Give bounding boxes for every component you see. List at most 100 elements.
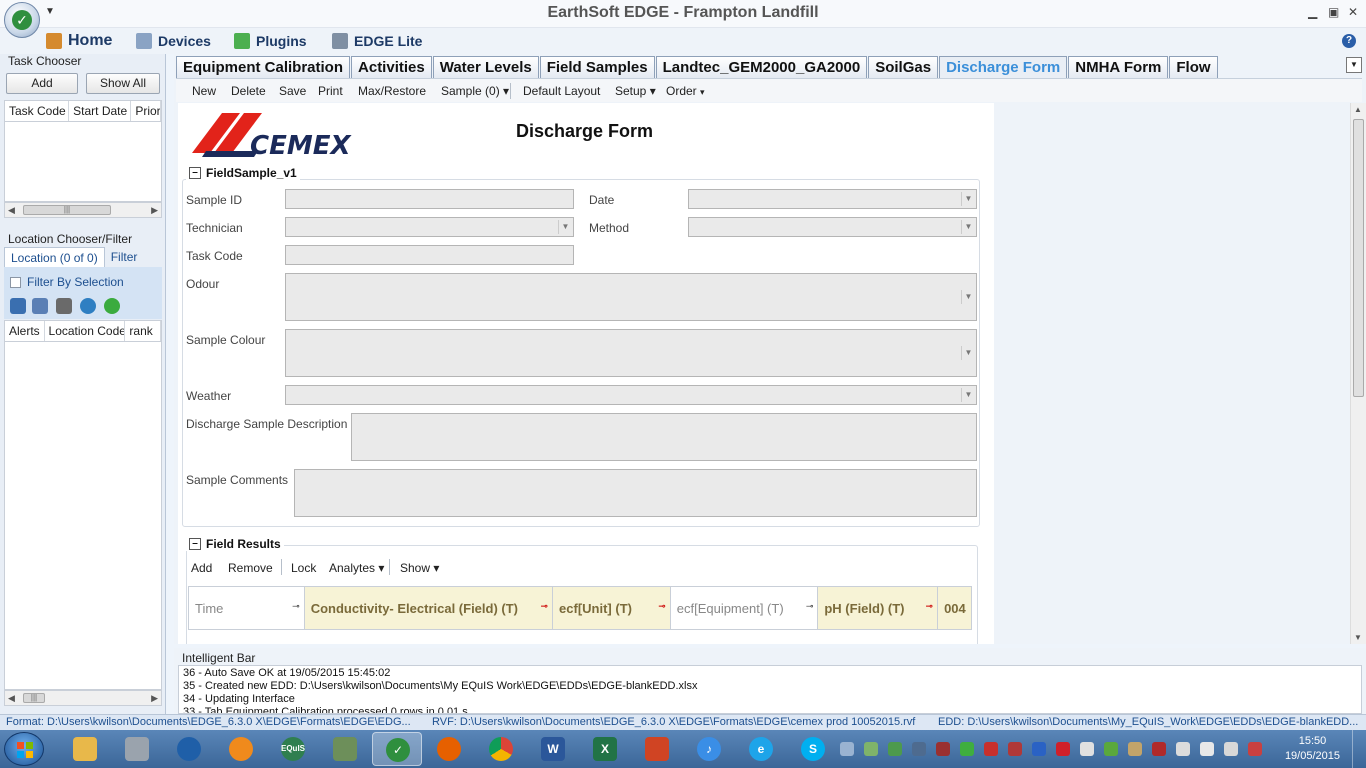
scroll-right-icon[interactable]: ▶ xyxy=(151,691,158,705)
technician-select[interactable]: ▼ xyxy=(285,217,574,237)
taskbar-app-orange[interactable] xyxy=(216,732,266,766)
col-task-code[interactable]: Task Code xyxy=(5,101,70,121)
show-dropdown[interactable]: Show ▾ xyxy=(400,561,439,575)
odour-select[interactable]: ▼ xyxy=(285,273,977,321)
menu-edge-lite[interactable]: EDGE Lite xyxy=(332,31,422,51)
chevron-down-icon[interactable]: ▼ xyxy=(558,220,572,234)
task-grid-body[interactable] xyxy=(4,122,162,202)
collapse-icon[interactable]: – xyxy=(189,167,201,179)
tab-equipment-calibration[interactable]: Equipment Calibration xyxy=(176,56,351,78)
signal-icon[interactable] xyxy=(1224,742,1238,756)
pin-icon[interactable]: ⊸ xyxy=(926,601,934,612)
col-alerts[interactable]: Alerts xyxy=(5,321,45,341)
chevron-down-icon[interactable]: ▼ xyxy=(961,346,975,360)
bluetooth-icon[interactable] xyxy=(1032,742,1046,756)
results-add-button[interactable]: Add xyxy=(191,561,212,575)
taskbar-device[interactable] xyxy=(320,732,370,766)
fieldsample-section-header[interactable]: – FieldSample_v1 xyxy=(186,166,300,180)
scroll-thumb[interactable]: ||| xyxy=(23,205,111,215)
tab-landtec[interactable]: Landtec_GEM2000_GA2000 xyxy=(655,56,868,78)
date-picker[interactable]: ▼ xyxy=(688,189,977,209)
col-ph-field[interactable]: pH (Field) (T) ⊸ xyxy=(818,587,939,629)
tab-flow[interactable]: Flow xyxy=(1169,56,1218,78)
tab-nmha-form[interactable]: NMHA Form xyxy=(1068,56,1169,78)
help-icon[interactable]: ? xyxy=(1342,34,1356,48)
max-restore-button[interactable]: Max/Restore xyxy=(358,84,426,98)
app-menu-button[interactable]: ✓ xyxy=(4,2,40,38)
results-lock-button[interactable]: Lock xyxy=(291,561,316,575)
tray-icon[interactable] xyxy=(1008,742,1022,756)
tray-icon[interactable] xyxy=(864,742,878,756)
col-time[interactable]: Time ⊸ xyxy=(189,587,305,629)
network-device-icon[interactable] xyxy=(1200,742,1214,756)
analytes-dropdown[interactable]: Analytes ▾ xyxy=(329,561,384,575)
tab-filter[interactable]: Filter xyxy=(105,247,144,267)
form-vscroll[interactable]: ▲ ▼ xyxy=(1350,103,1366,644)
menu-devices[interactable]: Devices xyxy=(136,31,211,51)
scroll-right-icon[interactable]: ▶ xyxy=(151,203,158,217)
scroll-thumb[interactable] xyxy=(1353,119,1364,397)
col-004[interactable]: 004 xyxy=(938,587,971,629)
scroll-left-icon[interactable]: ◀ xyxy=(8,203,15,217)
taskbar-google-earth[interactable] xyxy=(164,732,214,766)
tray-icon[interactable] xyxy=(1152,742,1166,756)
tray-icon[interactable] xyxy=(1104,742,1118,756)
col-conductivity[interactable]: Conductivity- Electrical (Field) (T) ⊸ xyxy=(304,587,554,629)
delete-button[interactable]: Delete xyxy=(231,84,266,98)
sample-dropdown[interactable]: Sample (0) ▾ xyxy=(441,84,509,98)
tray-icon[interactable] xyxy=(1080,742,1094,756)
chevron-down-icon[interactable]: ▼ xyxy=(961,192,975,206)
col-start-date[interactable]: Start Date xyxy=(69,101,132,121)
start-button[interactable] xyxy=(4,732,44,766)
tab-discharge-form[interactable]: Discharge Form xyxy=(939,56,1068,78)
tray-icon[interactable] xyxy=(888,742,902,756)
sample-colour-select[interactable]: ▼ xyxy=(285,329,977,377)
pin-icon[interactable]: ⊸ xyxy=(292,601,300,612)
chevron-down-icon[interactable]: ▼ xyxy=(961,388,975,402)
tray-icon[interactable] xyxy=(912,742,926,756)
maximize-icon[interactable]: ▣ xyxy=(1328,5,1339,19)
default-layout-button[interactable]: Default Layout xyxy=(523,84,600,98)
system-clock[interactable]: 15:50 19/05/2015 xyxy=(1285,734,1340,764)
col-location-code[interactable]: Location Code xyxy=(45,321,126,341)
minimize-icon[interactable]: ▁ xyxy=(1308,5,1317,19)
volume-muted-icon[interactable] xyxy=(1248,742,1262,756)
tab-field-samples[interactable]: Field Samples xyxy=(539,56,655,78)
taskbar-itunes[interactable]: ♪ xyxy=(684,732,734,766)
taskbar-word[interactable]: W xyxy=(528,732,578,766)
pin-icon[interactable]: ⊸ xyxy=(658,601,666,612)
task-add-button[interactable]: Add xyxy=(6,73,78,94)
order-dropdown[interactable]: Order ▾ xyxy=(666,84,705,98)
chevron-down-icon[interactable]: ▼ xyxy=(961,290,975,304)
taskbar-equis[interactable]: EQuIS xyxy=(268,732,318,766)
col-priority[interactable]: Priori xyxy=(131,101,161,121)
flag-icon[interactable] xyxy=(1176,742,1190,756)
tray-icon[interactable] xyxy=(840,742,854,756)
taskbar-explorer[interactable] xyxy=(60,732,110,766)
print-button[interactable]: Print xyxy=(318,84,343,98)
col-ecf-unit[interactable]: ecf[Unit] (T) ⊸ xyxy=(553,587,671,629)
taskbar-ie[interactable]: e xyxy=(736,732,786,766)
tray-icon[interactable] xyxy=(1128,742,1142,756)
columns-icon[interactable] xyxy=(32,298,48,314)
new-button[interactable]: New xyxy=(192,84,216,98)
menu-home[interactable]: Home xyxy=(46,31,112,51)
taskbar-tools[interactable] xyxy=(112,732,162,766)
scroll-up-icon[interactable]: ▲ xyxy=(1354,105,1362,114)
results-remove-button[interactable]: Remove xyxy=(228,561,273,575)
task-show-all-button[interactable]: Show All xyxy=(86,73,160,94)
weather-select[interactable]: ▼ xyxy=(285,385,977,405)
setup-dropdown[interactable]: Setup ▾ xyxy=(615,84,656,98)
taskbar-edge[interactable]: ✓ xyxy=(372,732,422,766)
filter-checkbox[interactable] xyxy=(10,277,21,289)
globe-icon[interactable] xyxy=(80,298,96,314)
taskbar-excel[interactable]: X xyxy=(580,732,630,766)
tab-list-dropdown-icon[interactable]: ▼ xyxy=(1346,57,1362,73)
collapse-icon[interactable]: – xyxy=(189,538,201,550)
pdf-icon[interactable] xyxy=(984,742,998,756)
barcode-icon[interactable] xyxy=(56,298,72,314)
scroll-left-icon[interactable]: ◀ xyxy=(8,691,15,705)
tab-activities[interactable]: Activities xyxy=(351,56,432,78)
tray-icon[interactable] xyxy=(936,742,950,756)
pin-icon[interactable]: ⊸ xyxy=(540,601,548,612)
